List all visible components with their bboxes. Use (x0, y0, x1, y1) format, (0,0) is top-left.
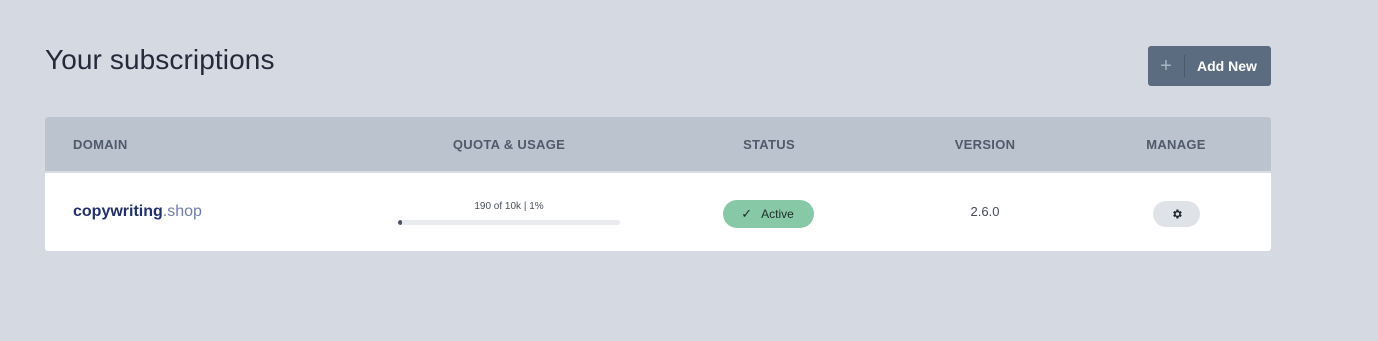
table-row: copywriting.shop 190 of 10k | 1% ✓ Activ… (45, 173, 1271, 251)
column-header-domain: DOMAIN (73, 137, 128, 152)
subscriptions-table: DOMAIN QUOTA & USAGE STATUS VERSION MANA… (45, 117, 1271, 251)
plus-icon: + (1160, 55, 1172, 77)
domain-name: copywriting (73, 203, 163, 220)
version-value: 2.6.0 (970, 204, 1000, 219)
domain-cell[interactable]: copywriting.shop (73, 173, 202, 251)
column-header-version: VERSION (954, 137, 1016, 152)
column-header-quota: QUOTA & USAGE (452, 137, 566, 152)
usage-progress-bar (398, 220, 620, 225)
quota-cell: 190 of 10k | 1% (398, 201, 620, 225)
page-title: Your subscriptions (45, 44, 275, 75)
check-icon: ✓ (741, 206, 753, 221)
column-header-status: STATUS (743, 137, 795, 152)
add-new-label: Add New (1197, 58, 1257, 74)
usage-text: 190 of 10k | 1% (474, 201, 544, 212)
subscriptions-page: Your subscriptions + Add New DOMAIN QUOT… (0, 0, 1378, 341)
manage-button[interactable] (1153, 201, 1200, 227)
status-label: Active (761, 207, 794, 221)
table-header: DOMAIN QUOTA & USAGE STATUS VERSION MANA… (45, 117, 1271, 173)
gear-icon (1171, 208, 1183, 220)
status-badge: ✓ Active (723, 200, 814, 228)
usage-progress-fill (398, 220, 403, 225)
add-new-button[interactable]: + Add New (1148, 46, 1271, 86)
domain-tld: .shop (162, 203, 202, 220)
column-header-manage: MANAGE (1146, 137, 1206, 152)
